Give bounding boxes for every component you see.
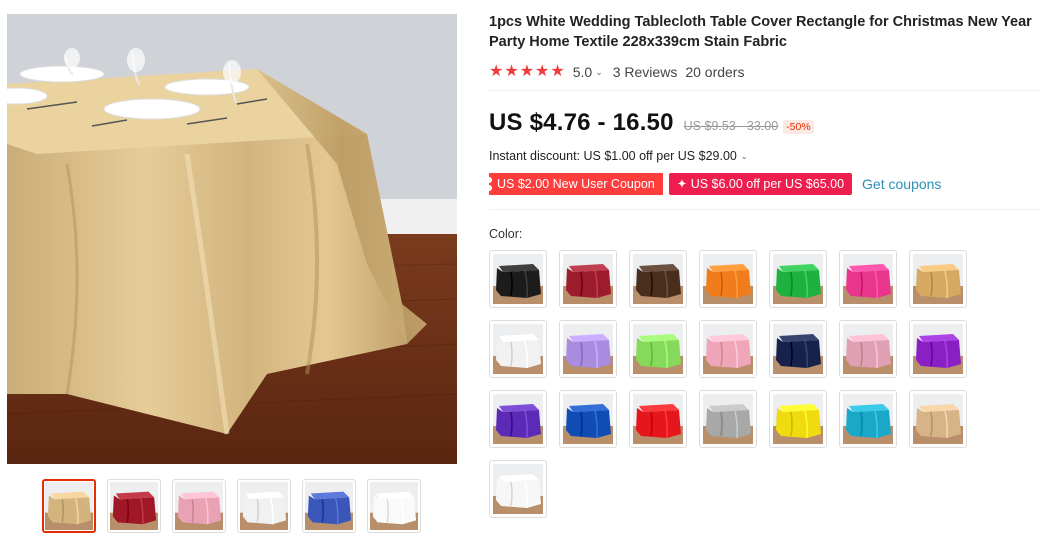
color-option-navy[interactable] [769,320,827,378]
reviews-link[interactable]: 3 Reviews [613,64,678,80]
color-option-green[interactable] [769,250,827,308]
current-price: US $4.76 - 16.50 [489,109,674,136]
discount-badge: -50% [783,120,814,134]
price-row: US $4.76 - 16.50 US $9.53 - 33.00 -50% [489,109,1041,137]
star-icon: ★ [519,63,535,80]
color-label: Color: [489,227,523,241]
star-icon: ★ [489,63,504,80]
chevron-down-icon[interactable]: ⌄ [595,67,603,78]
chevron-down-icon[interactable]: ⌄ [741,152,748,161]
color-option-dusty-pink[interactable] [839,320,897,378]
color-option-lavender[interactable] [559,320,617,378]
thumbnail-white[interactable] [237,479,291,533]
product-title: 1pcs White Wedding Tablecloth Table Cove… [489,14,1032,50]
star-icon: ★ [550,63,565,80]
color-option-white[interactable] [489,320,547,378]
thumbnail-white-set[interactable] [367,479,421,533]
color-option-violet[interactable] [489,390,547,448]
rating-score[interactable]: 5.0 [573,64,592,80]
color-option-coffee[interactable] [629,250,687,308]
color-option-light-pink[interactable] [699,320,757,378]
plus-icon: ✦ [676,177,691,191]
color-option-purple[interactable] [909,320,967,378]
star-icon: ★ [535,63,550,80]
original-price: US $9.53 - 33.00 [683,119,779,133]
color-option-orange[interactable] [699,250,757,308]
thumbnail-pink[interactable] [172,479,226,533]
instant-discount[interactable]: Instant discount: US $1.00 off per US $2… [489,149,1041,163]
color-option-snow-white[interactable] [489,460,547,518]
color-option-silver[interactable] [699,390,757,448]
color-option-turquoise[interactable] [839,390,897,448]
thumbnail-burgundy[interactable] [107,479,161,533]
store-coupon-text: US $6.00 off per US $65.00 [690,177,845,191]
product-page: 1pcs White Wedding Tablecloth Table Cove… [0,0,1057,544]
new-user-coupon[interactable]: US $2.00 New User Coupon [486,173,663,195]
star-icon: ★ [504,63,519,80]
color-option-champagne[interactable] [909,390,967,448]
thumbnail-champagne[interactable] [42,479,96,533]
thumbnail-blue-mix[interactable] [302,479,356,533]
store-coupon[interactable]: ✦ US $6.00 off per US $65.00 [668,173,853,195]
color-option-red[interactable] [629,390,687,448]
color-option-royal-blue[interactable] [559,390,617,448]
color-option-black[interactable] [489,250,547,308]
coupon-row: US $2.00 New User Coupon ✦ US $6.00 off … [486,173,1041,195]
color-option-gold[interactable] [909,250,967,308]
thumbnail-strip [42,479,421,533]
get-coupons-link[interactable]: Get coupons [862,176,941,192]
rating-row: ★ ★ ★ ★ ★ 5.0 ⌄ 3 Reviews 20 orders [489,62,1041,82]
color-swatches [489,250,1041,518]
product-info: 1pcs White Wedding Tablecloth Table Cove… [486,12,1041,518]
divider [489,90,1041,91]
color-option-burgundy[interactable] [559,250,617,308]
color-option-lime[interactable] [629,320,687,378]
main-product-image[interactable] [7,14,457,464]
instant-discount-text: Instant discount: US $1.00 off per US $2… [489,149,737,163]
divider [489,209,1041,210]
color-option-yellow[interactable] [769,390,827,448]
orders-count: 20 orders [685,64,745,80]
rating-stars: ★ ★ ★ ★ ★ [489,64,565,80]
color-option-rose[interactable] [839,250,897,308]
